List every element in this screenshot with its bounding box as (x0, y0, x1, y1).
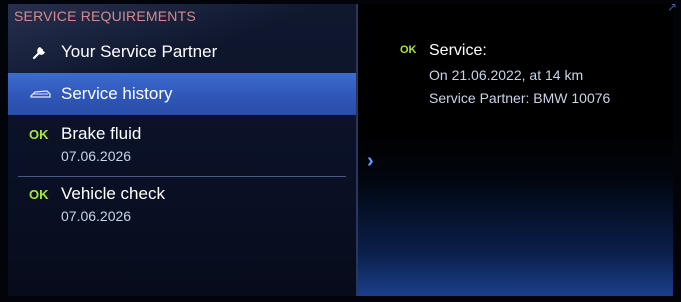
status-ok-badge: OK (29, 127, 49, 142)
detail-status-badge: OK (400, 44, 417, 56)
menu-item-label: Your Service Partner (61, 42, 218, 61)
detail-service-partner: Service Partner: BMW 10076 (429, 90, 611, 106)
menu-item-vehicle-check[interactable]: OK Vehicle check 07.06.2026 (8, 178, 356, 236)
menu-item-service-history[interactable]: Service history (8, 73, 356, 115)
detail-date-mileage: On 21.06.2022, at 14 km (429, 67, 584, 83)
menu-item-label: Brake fluid (61, 124, 142, 143)
car-icon (30, 90, 51, 98)
menu-item-label: Vehicle check (61, 184, 165, 203)
wrench-icon (32, 47, 45, 60)
menu-item-service-partner[interactable]: Your Service Partner (8, 32, 356, 72)
menu-item-brake-fluid[interactable]: OK Brake fluid 07.06.2026 (8, 118, 356, 174)
list-divider (18, 176, 346, 177)
status-ok-badge: OK (29, 187, 49, 202)
due-date: 07.06.2026 (61, 208, 132, 224)
menu-item-label: Service history (61, 84, 173, 103)
idrive-screen: SERVICE REQUIREMENTS Your Service Partne… (0, 0, 681, 302)
page-title: SERVICE REQUIREMENTS (14, 8, 196, 24)
chevron-right-icon[interactable]: › (367, 150, 374, 173)
detail-title: Service: (429, 42, 487, 59)
corner-arrow-icon: ↗ (667, 0, 678, 14)
due-date: 07.06.2026 (61, 148, 132, 164)
